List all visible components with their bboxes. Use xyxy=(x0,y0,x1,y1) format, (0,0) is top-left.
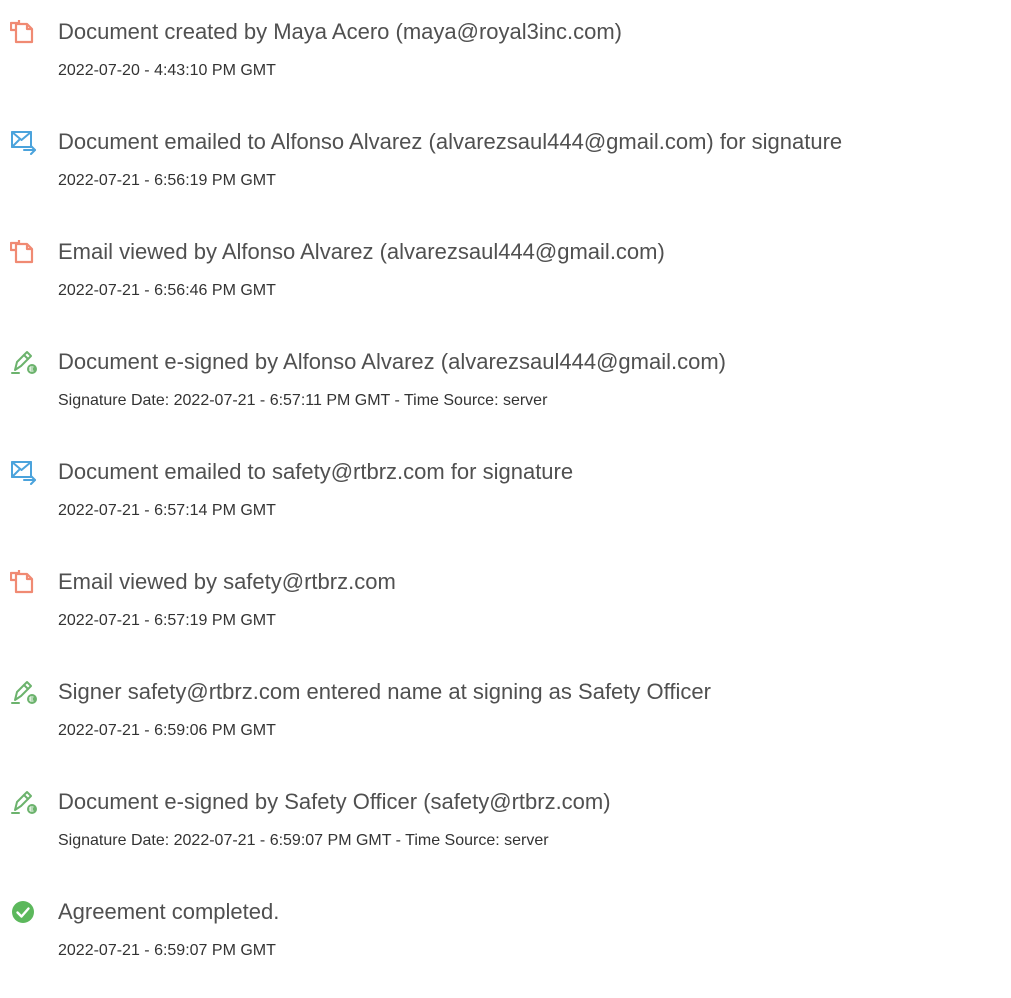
event-title: Document e-signed by Safety Officer (saf… xyxy=(58,789,611,814)
event-title: Document e-signed by Alfonso Alvarez (al… xyxy=(58,349,726,374)
e-sign-pen-icon xyxy=(10,349,38,375)
e-sign-pen-icon xyxy=(10,789,38,815)
e-sign-pen-icon xyxy=(10,679,38,705)
document-icon xyxy=(10,19,38,45)
event-timestamp: 2022-07-21 - 6:57:14 PM GMT xyxy=(58,502,276,519)
event-timestamp: 2022-07-21 - 6:59:06 PM GMT xyxy=(58,722,276,739)
event-timestamp: 2022-07-20 - 4:43:10 PM GMT xyxy=(58,62,276,79)
event-document-e-signed: Document e-signed by Safety Officer (saf… xyxy=(0,788,1011,888)
event-title: Agreement completed. xyxy=(58,899,280,924)
event-title: Document emailed to safety@rtbrz.com for… xyxy=(58,459,574,484)
event-timestamp: 2022-07-21 - 6:57:19 PM GMT xyxy=(58,612,276,629)
event-timestamp: 2022-07-21 - 6:56:19 PM GMT xyxy=(58,172,276,189)
event-document-emailed: Document emailed to Alfonso Alvarez (alv… xyxy=(0,128,1011,228)
event-email-viewed: Email viewed by Alfonso Alvarez (alvarez… xyxy=(0,238,1011,338)
event-timestamp: 2022-07-21 - 6:56:46 PM GMT xyxy=(58,282,276,299)
document-icon xyxy=(10,569,38,595)
document-icon xyxy=(10,239,38,265)
event-signature-date: Signature Date: 2022-07-21 - 6:59:07 PM … xyxy=(58,832,549,849)
event-document-created: Document created by Maya Acero (maya@roy… xyxy=(0,18,1011,118)
check-circle-icon xyxy=(10,899,38,925)
email-sent-icon xyxy=(10,459,38,485)
event-document-emailed: Document emailed to safety@rtbrz.com for… xyxy=(0,458,1011,558)
event-title: Document created by Maya Acero (maya@roy… xyxy=(58,19,622,44)
event-title: Signer safety@rtbrz.com entered name at … xyxy=(58,679,711,704)
event-email-viewed: Email viewed by safety@rtbrz.com 2022-07… xyxy=(0,568,1011,668)
event-timestamp: 2022-07-21 - 6:59:07 PM GMT xyxy=(58,942,276,959)
event-title: Email viewed by safety@rtbrz.com xyxy=(58,569,396,594)
event-signature-date: Signature Date: 2022-07-21 - 6:57:11 PM … xyxy=(58,392,548,409)
email-sent-icon xyxy=(10,129,38,155)
event-signer-entered-name: Signer safety@rtbrz.com entered name at … xyxy=(0,678,1011,778)
event-title: Document emailed to Alfonso Alvarez (alv… xyxy=(58,129,843,154)
event-agreement-completed: Agreement completed. 2022-07-21 - 6:59:0… xyxy=(0,898,1011,998)
event-title: Email viewed by Alfonso Alvarez (alvarez… xyxy=(58,239,665,264)
event-document-e-signed: Document e-signed by Alfonso Alvarez (al… xyxy=(0,348,1011,448)
audit-history-list: Document created by Maya Acero (maya@roy… xyxy=(0,0,1011,994)
